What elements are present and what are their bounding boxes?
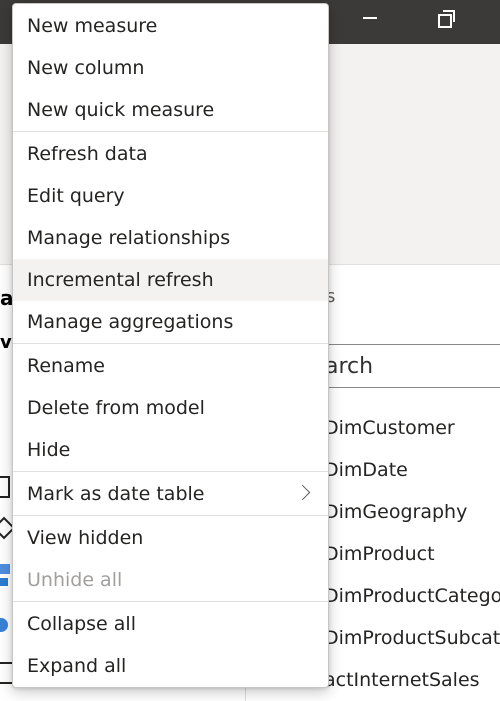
menu-item-refresh-data[interactable]: Refresh data bbox=[13, 133, 328, 175]
field-list-item[interactable]: DimProduct bbox=[324, 533, 500, 575]
menu-separator bbox=[13, 515, 328, 516]
menu-item-edit-query[interactable]: Edit query bbox=[13, 175, 328, 217]
field-list: DimCustomer DimDate DimGeography DimProd… bbox=[324, 407, 500, 701]
menu-item-collapse-all[interactable]: Collapse all bbox=[13, 603, 328, 645]
visual-icon-part bbox=[0, 578, 8, 586]
menu-item-expand-all[interactable]: Expand all bbox=[13, 645, 328, 687]
menu-item-hide[interactable]: Hide bbox=[13, 429, 328, 471]
menu-item-rename[interactable]: Rename bbox=[13, 345, 328, 387]
shape-icon[interactable] bbox=[0, 518, 12, 536]
menu-item-new-measure[interactable]: New measure bbox=[13, 5, 328, 47]
search-input[interactable]: arch bbox=[318, 344, 500, 388]
menu-item-new-quick-measure[interactable]: New quick measure bbox=[13, 89, 328, 131]
menu-separator bbox=[13, 601, 328, 602]
context-menu: New measure New column New quick measure… bbox=[12, 3, 329, 688]
menu-item-manage-relationships[interactable]: Manage relationships bbox=[13, 217, 328, 259]
menu-item-manage-aggregations[interactable]: Manage aggregations bbox=[13, 301, 328, 343]
menu-separator bbox=[13, 471, 328, 472]
menu-item-view-hidden[interactable]: View hidden bbox=[13, 517, 328, 559]
search-input-value: arch bbox=[325, 353, 374, 379]
menu-item-unhide-all[interactable]: Unhide all bbox=[13, 559, 328, 601]
menu-separator bbox=[13, 131, 328, 132]
field-list-item[interactable]: DimCustomer bbox=[324, 407, 500, 449]
restore-icon bbox=[438, 10, 455, 28]
menu-item-label: Mark as date table bbox=[27, 483, 205, 505]
field-list-item[interactable]: DimProductSubcate bbox=[324, 617, 500, 659]
menu-item-incremental-refresh[interactable]: Incremental refresh bbox=[13, 259, 328, 301]
restore-button[interactable] bbox=[423, 0, 469, 36]
minimize-icon bbox=[363, 17, 377, 19]
table-icon[interactable] bbox=[0, 476, 10, 498]
menu-item-new-column[interactable]: New column bbox=[13, 47, 328, 89]
field-list-item[interactable]: DimProductCategor bbox=[324, 575, 500, 617]
menu-item-delete-from-model[interactable]: Delete from model bbox=[13, 387, 328, 429]
menu-separator bbox=[13, 343, 328, 344]
field-list-item[interactable]: DimGeography bbox=[324, 491, 500, 533]
field-list-item[interactable]: DimDate bbox=[324, 449, 500, 491]
visual-icon[interactable] bbox=[0, 564, 10, 574]
menu-item-mark-as-date-table[interactable]: Mark as date table bbox=[13, 473, 328, 515]
minimize-button[interactable] bbox=[347, 0, 393, 36]
field-list-item[interactable]: actInternetSales bbox=[324, 659, 500, 701]
chevron-right-icon bbox=[294, 484, 311, 501]
